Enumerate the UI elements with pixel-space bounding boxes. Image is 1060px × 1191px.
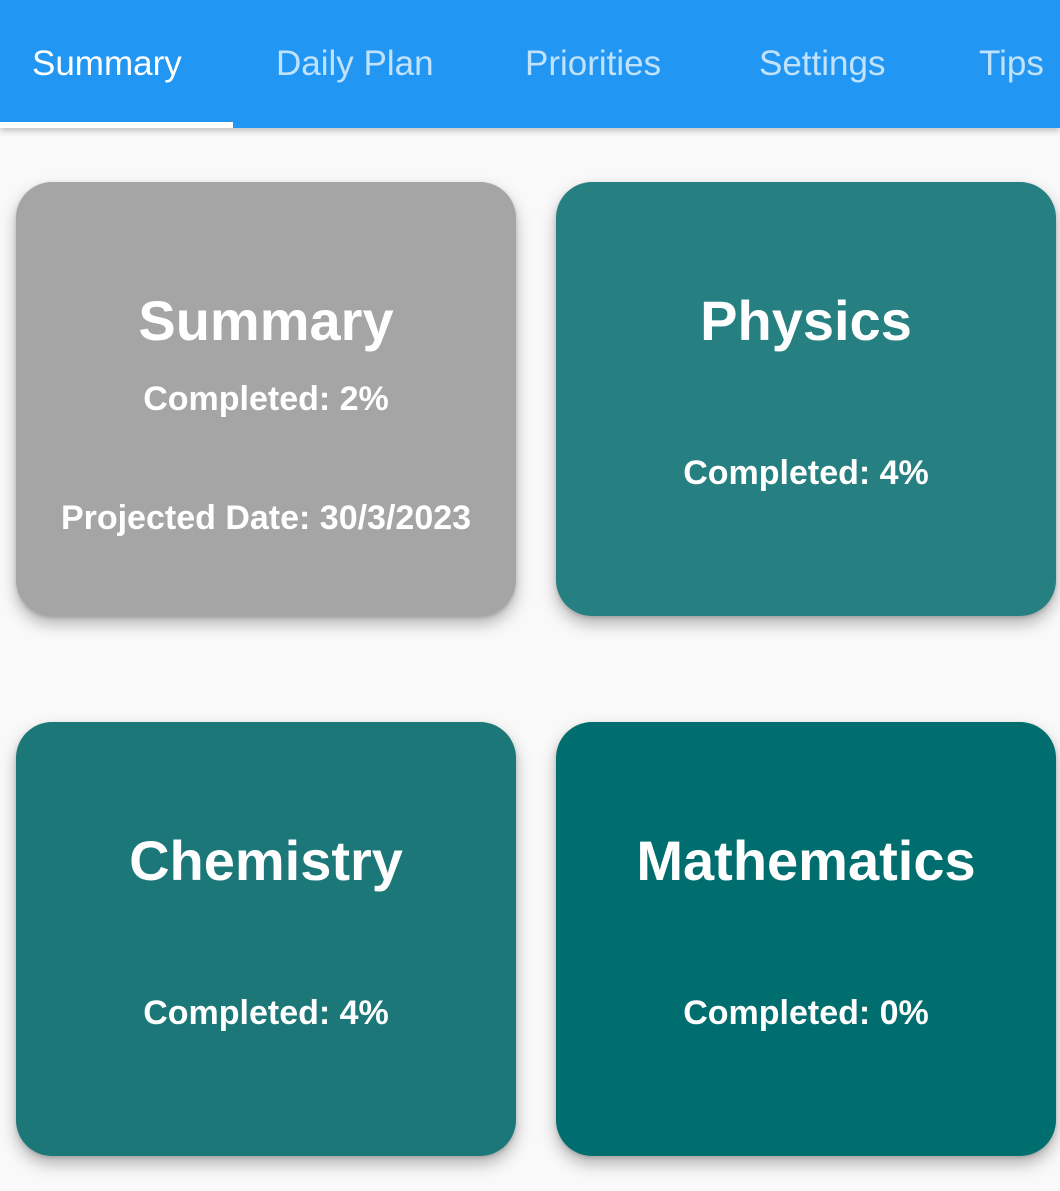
tab-daily-plan[interactable]: Daily Plan bbox=[276, 0, 434, 128]
summary-card-title: Summary bbox=[138, 289, 394, 352]
chemistry-completed-text: Completed: 4% bbox=[143, 994, 389, 1032]
subject-card-grid: Summary Completed: 2% Projected Date: 30… bbox=[0, 0, 1060, 1191]
physics-card-title: Physics bbox=[700, 289, 912, 352]
summary-completed-text: Completed: 2% bbox=[143, 380, 389, 418]
mathematics-completed-text: Completed: 0% bbox=[683, 994, 929, 1032]
active-tab-indicator bbox=[0, 122, 233, 128]
tab-tips[interactable]: Tips bbox=[979, 0, 1044, 128]
physics-completed-text: Completed: 4% bbox=[683, 454, 929, 492]
mathematics-card[interactable]: Mathematics Completed: 0% bbox=[556, 722, 1056, 1156]
tab-settings[interactable]: Settings bbox=[759, 0, 885, 128]
tab-summary[interactable]: Summary bbox=[32, 0, 182, 128]
summary-projected-date-text: Projected Date: 30/3/2023 bbox=[60, 499, 472, 537]
tab-bar: Summary Daily Plan Priorities Settings T… bbox=[0, 0, 1060, 128]
physics-card[interactable]: Physics Completed: 4% bbox=[556, 182, 1056, 616]
mathematics-card-title: Mathematics bbox=[636, 829, 976, 892]
tab-priorities[interactable]: Priorities bbox=[525, 0, 661, 128]
chemistry-card-title: Chemistry bbox=[129, 829, 403, 892]
chemistry-card[interactable]: Chemistry Completed: 4% bbox=[16, 722, 516, 1156]
summary-card[interactable]: Summary Completed: 2% Projected Date: 30… bbox=[16, 182, 516, 616]
